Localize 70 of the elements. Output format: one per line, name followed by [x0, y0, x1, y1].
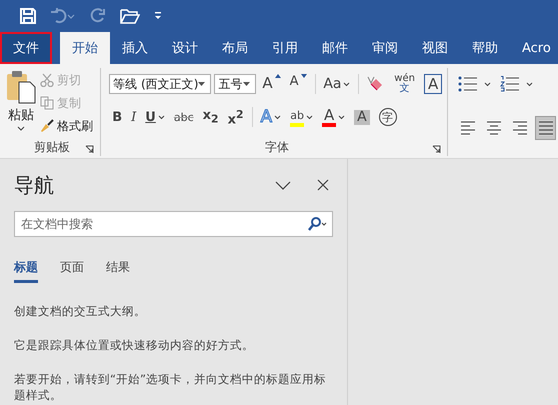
ribbon-tab[interactable]: 邮件 [310, 32, 360, 64]
dialog-launcher-icon[interactable] [85, 145, 94, 154]
ribbon-tab[interactable]: 布局 [210, 32, 260, 64]
caret-icon [17, 126, 25, 131]
superscript-button[interactable]: x$^{2}$ [224, 105, 246, 129]
clipboard-icon [6, 70, 36, 104]
pane-title: 导航 [14, 172, 55, 198]
underline-button[interactable]: U [142, 105, 168, 129]
help-text: 它是跟踪具体位置或快速移动内容的好方式。 [14, 337, 255, 353]
help-text: 创建文档的交互式大纲。 [14, 303, 147, 319]
customize-caret-icon[interactable] [154, 11, 162, 21]
numbering-button[interactable] [500, 76, 533, 92]
align-right-icon [512, 121, 528, 135]
ribbon-tab[interactable]: 帮助 [460, 32, 510, 64]
caret-icon [158, 114, 165, 120]
group-label: 字体 [265, 138, 290, 156]
bold-button[interactable]: B [109, 105, 126, 129]
italic-button[interactable]: I [128, 105, 140, 129]
pane-tab[interactable]: 页面 [60, 255, 84, 283]
align-left-icon [460, 121, 476, 135]
help-text: 若要开始，请转到“开始”选项卡，并向文档中的标题应用标题样式。 [14, 371, 327, 403]
dialog-launcher-icon[interactable] [432, 145, 442, 154]
justify-icon [538, 121, 554, 135]
folder-icon[interactable] [120, 8, 140, 24]
pane-tab[interactable]: 标题 [14, 255, 38, 283]
center-icon [486, 121, 502, 135]
ribbon-tab[interactable]: 引用 [260, 32, 310, 64]
caret-icon [338, 114, 346, 120]
caret-icon [526, 82, 533, 86]
ribbon-tab[interactable]: Acro [510, 32, 558, 64]
brush-icon [40, 119, 54, 133]
copy-icon [40, 96, 54, 110]
font-size-dropdown[interactable]: 五号 [214, 74, 256, 94]
justify-button[interactable] [535, 116, 556, 140]
caret-icon [274, 114, 282, 120]
ribbon-tab[interactable]: 文件 [0, 32, 52, 64]
paste-button[interactable]: 粘贴 [6, 70, 36, 136]
bullets-button[interactable] [458, 76, 491, 92]
save-icon[interactable] [20, 8, 36, 24]
shading-button[interactable]: A [351, 105, 373, 129]
up-arrow-icon [274, 74, 281, 78]
format-painter-button[interactable]: 格式刷 [40, 116, 93, 136]
ribbon-tab[interactable]: 开始 [60, 32, 110, 64]
numbered-list-icon [500, 76, 520, 92]
down-arrow-icon [300, 74, 307, 78]
group-label: 剪贴板 [34, 138, 70, 156]
ribbon-tab[interactable]: 插入 [110, 32, 160, 64]
bullet-list-icon [458, 76, 478, 92]
scissors-icon [40, 73, 54, 87]
font-name-dropdown[interactable]: 等线 (西文正文) [109, 74, 212, 94]
case-button[interactable]: Aa [320, 72, 354, 96]
ribbon-tab[interactable]: 审阅 [360, 32, 410, 64]
highlight-button[interactable]: ab [287, 105, 316, 129]
subscript-button[interactable]: x$_{2}$ [200, 105, 222, 129]
search-field[interactable]: 在文档中搜索 [14, 211, 333, 237]
caret-icon [484, 82, 491, 86]
ribbon-tab[interactable]: 设计 [160, 32, 210, 64]
pane-tab[interactable]: 结果 [106, 255, 130, 283]
chevron-down-icon[interactable] [275, 180, 291, 190]
grow-button[interactable]: A [259, 72, 284, 96]
caret-icon [306, 114, 314, 120]
close-icon[interactable] [317, 179, 329, 191]
caret-icon [243, 82, 250, 86]
ribbon-tab[interactable]: 视图 [410, 32, 460, 64]
shrink-button[interactable]: A [286, 72, 310, 96]
color-button[interactable]: A [319, 105, 348, 129]
caret-icon [198, 82, 206, 86]
search-icon[interactable] [308, 217, 328, 231]
caret-icon [343, 82, 350, 86]
phonetic-button[interactable]: wén 文 [391, 72, 418, 96]
